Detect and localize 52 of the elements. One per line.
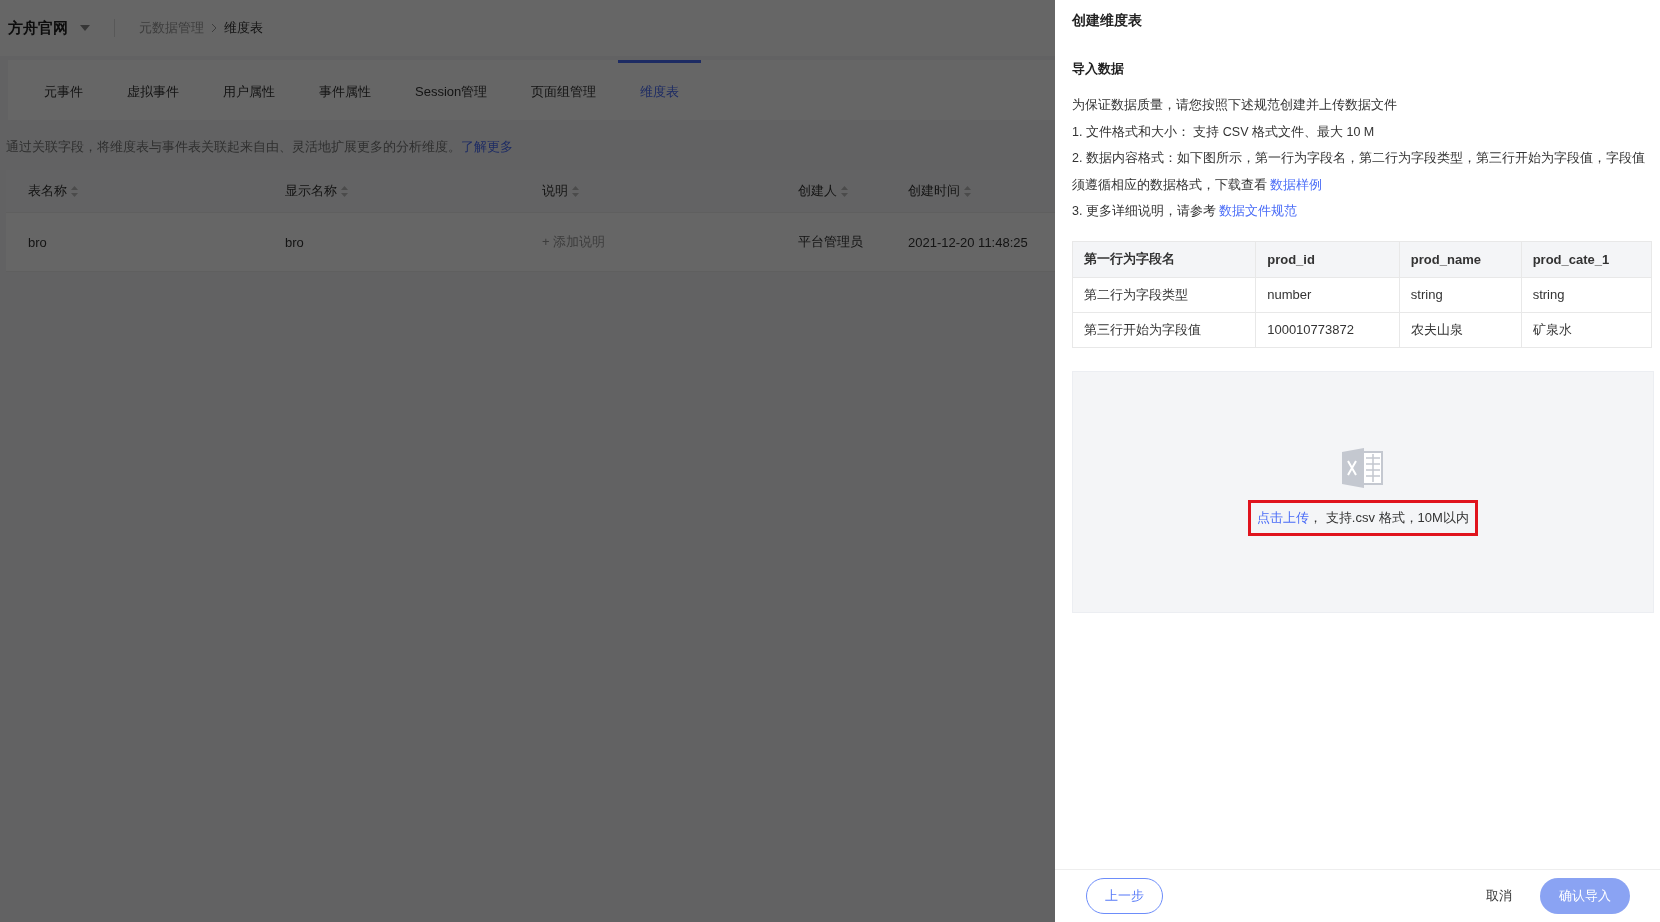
table-cell: string [1521,277,1652,312]
tab[interactable]: 页面组管理 [509,60,619,120]
drawer-title: 创建维度表 [1072,12,1143,30]
column-header: 说明 [542,182,568,200]
sort-icon[interactable] [841,185,848,197]
column-header: 表名称 [28,182,67,200]
tab[interactable]: Session管理 [393,60,510,120]
section-title: 导入数据 [1072,60,1125,78]
column-header: prod_id [1255,241,1400,277]
column-header: 显示名称 [285,182,337,200]
tab[interactable]: 元事件 [22,60,105,120]
column-header: 创建时间 [908,182,960,200]
sort-icon[interactable] [572,185,579,197]
table-cell: 100010773872 [1255,312,1400,347]
sort-icon[interactable] [964,185,971,197]
cancel-button[interactable]: 取消 [1480,886,1518,906]
upload-link[interactable]: 点击上传 [1257,509,1310,525]
rule-text: 1. 文件格式和大小： 支持 CSV 格式文件、最大 10 M [1072,123,1376,141]
project-name[interactable]: 方舟官网 [8,18,68,38]
sort-icon[interactable] [71,185,78,197]
table-cell-text: 平台管理员 [797,233,864,251]
tab[interactable]: 用户属性 [201,60,297,120]
table-cell: number [1255,277,1400,312]
sort-icon[interactable] [341,185,348,197]
table-cell-text: bro [284,234,305,250]
column-header: 第一行为字段名 [1072,241,1256,277]
caret-icon[interactable] [80,25,90,31]
table-cell: 农夫山泉 [1399,312,1522,347]
column-header: 创建人 [798,182,837,200]
intro-text: 为保证数据质量，请您按照下述规范创建并上传数据文件 [1072,97,1398,114]
tab[interactable]: 维度表 [618,60,702,120]
column-header: prod_cate_1 [1521,241,1652,277]
table-cell: 矿泉水 [1521,312,1652,347]
table-cell: 第二行为字段类型 [1072,277,1256,312]
table-cell: string [1399,277,1522,312]
tab[interactable]: 事件属性 [297,60,393,120]
upload-area[interactable]: 点击上传， 支持.csv 格式，10M以内 [1072,370,1654,613]
column-header: prod_name [1399,241,1522,277]
table-cell-text: bro [27,234,48,250]
upload-hint: 点击上传， 支持.csv 格式，10M以内 [1248,499,1478,536]
chevron-icon [210,23,218,33]
rule-text: 3. 更多详细说明，请参考 数据文件规范 [1072,203,1299,220]
doc-link[interactable]: 数据样例 [1270,177,1323,192]
tab[interactable]: 虚拟事件 [105,60,201,120]
doc-link[interactable]: 数据文件规范 [1219,204,1298,218]
rule-text: 2. 数据内容格式：如下图所示，第一行为字段名，第二行为字段类型，第三行开始为字段值，字段值须遵循相应的数据格式，下载查看 数据样例 [1072,150,1646,194]
learn-more-link[interactable]: 了解更多 [461,139,513,154]
table-cell-text: 2021-12-20 11:48:25 [907,234,1029,250]
back-button[interactable]: 上一步 [1086,878,1163,914]
table-cell: 第三行开始为字段值 [1072,312,1256,347]
breadcrumb-item[interactable]: 维度表 [224,19,263,37]
spreadsheet-file-icon [1342,447,1384,488]
